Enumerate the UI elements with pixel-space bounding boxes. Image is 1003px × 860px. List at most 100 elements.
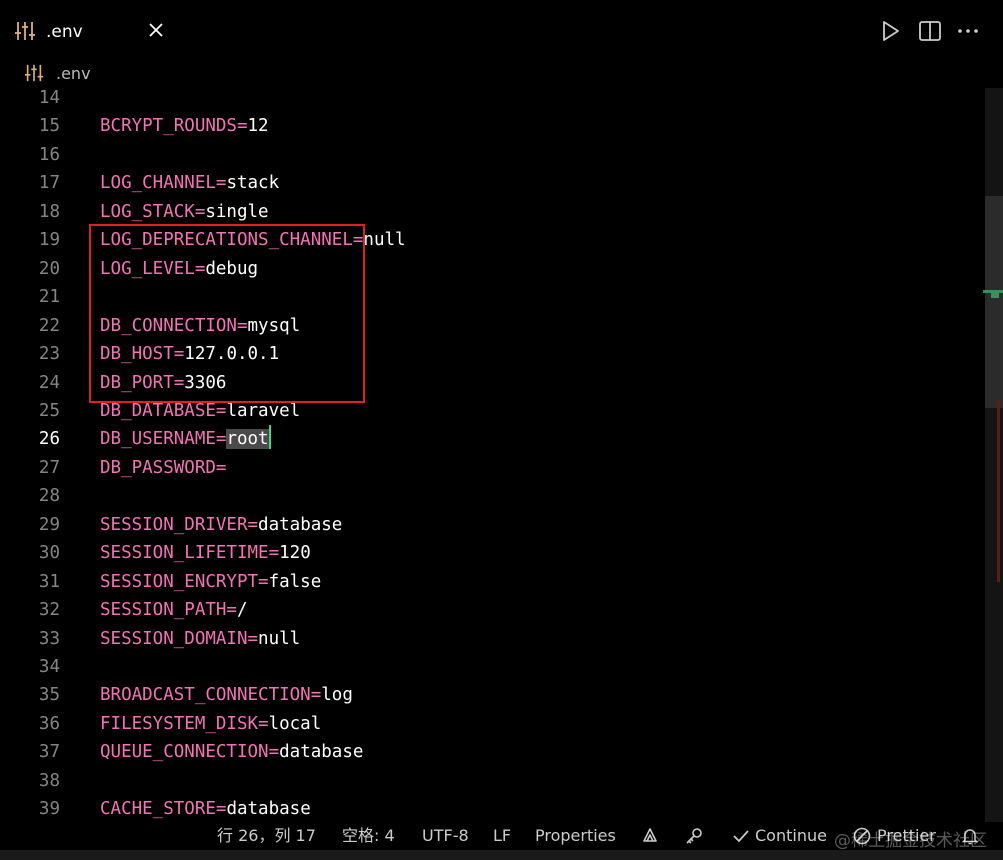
env-key: FILESYSTEM_DISK= <box>100 713 269 734</box>
code-line[interactable]: 14 <box>0 84 985 112</box>
line-number: 16 <box>38 144 60 165</box>
code-text: DB_PASSWORD= <box>100 454 226 482</box>
line-number: 18 <box>38 201 60 222</box>
env-value: root <box>226 429 269 450</box>
env-value: null <box>363 230 406 251</box>
env-key: LOG_STACK= <box>100 201 206 222</box>
code-line[interactable]: 38 <box>0 767 985 795</box>
code-editor[interactable]: 14 15 BCRYPT_ROUNDS=12 16 17 LOG_CHANNEL=stac… <box>0 84 985 822</box>
env-value: stack <box>226 173 280 194</box>
env-key: BROADCAST_CONNECTION= <box>100 685 322 706</box>
scrollbar-change-marker <box>991 293 999 298</box>
code-line[interactable]: 35 BROADCAST_CONNECTION=log <box>0 681 985 709</box>
settings-sliders-icon <box>15 22 35 40</box>
line-number: 21 <box>38 287 60 308</box>
code-line[interactable]: 27 DB_PASSWORD= <box>0 454 985 482</box>
line-number: 20 <box>38 258 60 279</box>
env-key: LOG_CHANNEL= <box>100 173 227 194</box>
env-key: DB_DATABASE= <box>100 400 227 421</box>
split-editor-icon[interactable] <box>917 18 943 44</box>
line-number: 34 <box>38 657 60 677</box>
line-number: 22 <box>38 315 60 336</box>
env-key: DB_USERNAME= <box>100 429 227 450</box>
copilot-icon[interactable] <box>640 826 660 846</box>
code-text: BROADCAST_CONNECTION=log <box>100 681 353 709</box>
line-number: 23 <box>38 344 60 365</box>
code-text: CACHE_STORE=database <box>100 795 311 822</box>
tab-title: .env <box>46 22 83 42</box>
indentation[interactable]: 空格: 4 <box>342 825 395 847</box>
language-mode[interactable]: Properties <box>535 825 616 847</box>
env-key: CACHE_STORE= <box>100 799 227 820</box>
env-value: / <box>236 600 248 621</box>
line-number: 15 <box>38 116 60 137</box>
env-key: BCRYPT_ROUNDS= <box>100 116 248 137</box>
line-number: 39 <box>38 799 60 820</box>
line-number: 26 <box>38 429 60 450</box>
tab-env[interactable]: .env <box>0 0 180 62</box>
code-line[interactable]: 31 SESSION_ENCRYPT=false <box>0 568 985 596</box>
code-line[interactable]: 32 SESSION_PATH=/ <box>0 596 985 624</box>
code-line[interactable]: 39 CACHE_STORE=database <box>0 795 985 822</box>
code-text: BCRYPT_ROUNDS=12 <box>100 112 269 140</box>
code-text: SESSION_PATH=/ <box>100 596 248 624</box>
line-number: 32 <box>38 600 60 621</box>
line-number: 24 <box>38 372 60 393</box>
scrollbar-thumb[interactable] <box>985 196 1003 408</box>
cursor-position[interactable]: 行 26，列 17 <box>217 825 316 847</box>
code-line[interactable]: 33 SESSION_DOMAIN=null <box>0 625 985 653</box>
code-line[interactable]: 29 SESSION_DRIVER=database <box>0 511 985 539</box>
line-number: 36 <box>38 713 60 734</box>
env-key: SESSION_PATH= <box>100 600 237 621</box>
highlight-box <box>89 224 365 403</box>
code-text: DB_USERNAME=root <box>100 425 271 453</box>
window-bottom-edge <box>0 850 1003 860</box>
line-number: 35 <box>38 685 60 706</box>
code-text: LOG_CHANNEL=stack <box>100 169 279 197</box>
watermark: @稀土掘金技术社区 <box>834 831 987 851</box>
line-number: 17 <box>38 173 60 194</box>
more-actions-icon[interactable] <box>955 18 981 44</box>
env-value: single <box>205 201 269 222</box>
env-value: database <box>279 742 364 763</box>
code-line[interactable]: 18 LOG_STACK=single <box>0 198 985 226</box>
end-of-line[interactable]: LF <box>493 825 511 847</box>
env-key: SESSION_LIFETIME= <box>100 543 280 564</box>
breadcrumb-file[interactable]: .env <box>56 63 91 85</box>
env-value: database <box>226 799 311 820</box>
env-value: 120 <box>279 543 311 564</box>
continue-status[interactable]: Continue <box>755 825 827 847</box>
code-line[interactable]: 17 LOG_CHANNEL=stack <box>0 169 985 197</box>
env-value: false <box>268 571 322 592</box>
env-key: SESSION_ENCRYPT= <box>100 571 269 592</box>
env-value: null <box>258 628 301 649</box>
code-text: SESSION_DRIVER=database <box>100 511 342 539</box>
code-line[interactable]: 30 SESSION_LIFETIME=120 <box>0 539 985 567</box>
settings-sliders-icon <box>24 64 44 82</box>
key-icon[interactable] <box>684 826 704 846</box>
code-text: LOG_STACK=single <box>100 198 269 226</box>
code-text: FILESYSTEM_DISK=local <box>100 710 321 738</box>
code-line[interactable]: 26 DB_USERNAME=root <box>0 425 985 453</box>
line-number: 19 <box>38 230 60 251</box>
line-number: 25 <box>38 400 60 421</box>
line-number: 14 <box>38 88 60 108</box>
close-icon[interactable] <box>144 18 168 42</box>
code-text: SESSION_LIFETIME=120 <box>100 539 311 567</box>
env-key: SESSION_DRIVER= <box>100 514 259 535</box>
env-value: database <box>258 514 343 535</box>
line-number: 38 <box>38 770 60 791</box>
code-line[interactable]: 15 BCRYPT_ROUNDS=12 <box>0 112 985 140</box>
line-number: 27 <box>38 457 60 478</box>
code-line[interactable]: 28 <box>0 482 985 510</box>
code-line[interactable]: 16 <box>0 141 985 169</box>
encoding[interactable]: UTF-8 <box>422 825 469 847</box>
scrollbar-error-marker <box>997 400 1000 582</box>
env-value: laravel <box>226 400 301 421</box>
code-line[interactable]: 34 <box>0 653 985 681</box>
env-value: 12 <box>247 116 269 137</box>
line-number: 30 <box>38 543 60 564</box>
play-icon[interactable] <box>877 18 903 44</box>
code-line[interactable]: 37 QUEUE_CONNECTION=database <box>0 738 985 766</box>
code-line[interactable]: 36 FILESYSTEM_DISK=local <box>0 710 985 738</box>
